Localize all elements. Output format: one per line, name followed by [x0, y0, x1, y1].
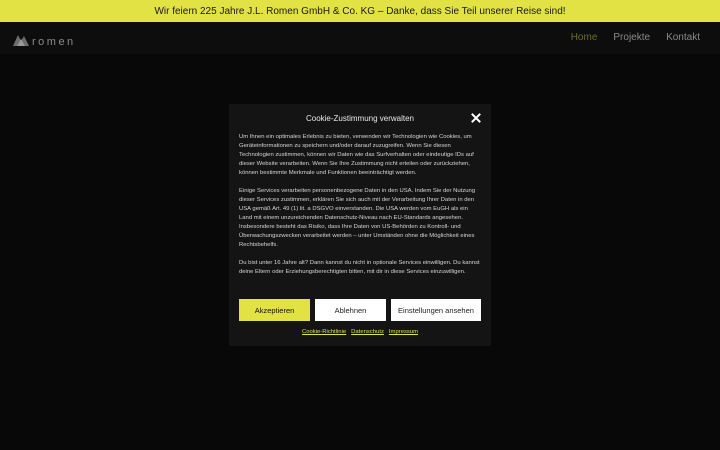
main-nav: Home Projekte Kontakt — [571, 32, 700, 43]
logo-text: romen — [32, 36, 76, 48]
imprint-link[interactable]: Impressum — [389, 329, 418, 335]
consent-paragraph: Um Ihnen ein optimales Erlebnis zu biete… — [239, 134, 474, 176]
dialog-links: Cookie-Richtlinie Datenschutz Impressum — [229, 329, 491, 335]
site-header: romen Home Projekte Kontakt — [0, 22, 720, 54]
view-preferences-button[interactable]: Einstellungen ansehen — [391, 299, 481, 321]
logo[interactable]: romen — [12, 31, 76, 48]
logo-mark-icon — [13, 34, 29, 46]
dialog-title: Cookie-Zustimmung verwalten — [305, 114, 415, 123]
cookie-policy-link[interactable]: Cookie-Richtlinie — [302, 329, 346, 335]
nav-item-projekte[interactable]: Projekte — [613, 32, 650, 43]
nav-item-home[interactable]: Home — [571, 32, 598, 43]
dialog-body: Um Ihnen ein optimales Erlebnis zu biete… — [239, 133, 482, 286]
deny-button[interactable]: Ablehnen — [315, 299, 386, 321]
nav-item-kontakt[interactable]: Kontakt — [666, 32, 700, 43]
banner-text: Wir feiern 225 Jahre J.L. Romen GmbH & C… — [154, 5, 566, 17]
accept-button[interactable]: Akzeptieren — [239, 299, 310, 321]
privacy-link[interactable]: Datenschutz — [351, 329, 384, 335]
announcement-banner: Wir feiern 225 Jahre J.L. Romen GmbH & C… — [0, 0, 720, 22]
close-icon[interactable] — [471, 113, 481, 123]
age-paragraph: Du bist unter 16 Jahre alt? Dann kannst … — [239, 260, 480, 275]
dialog-buttons: Akzeptieren Ablehnen Einstellungen anseh… — [239, 299, 481, 321]
cookie-consent-dialog: Cookie-Zustimmung verwalten Um Ihnen ein… — [229, 104, 491, 346]
us-data-paragraph: Einige Services verarbeiten personenbezo… — [239, 188, 476, 248]
